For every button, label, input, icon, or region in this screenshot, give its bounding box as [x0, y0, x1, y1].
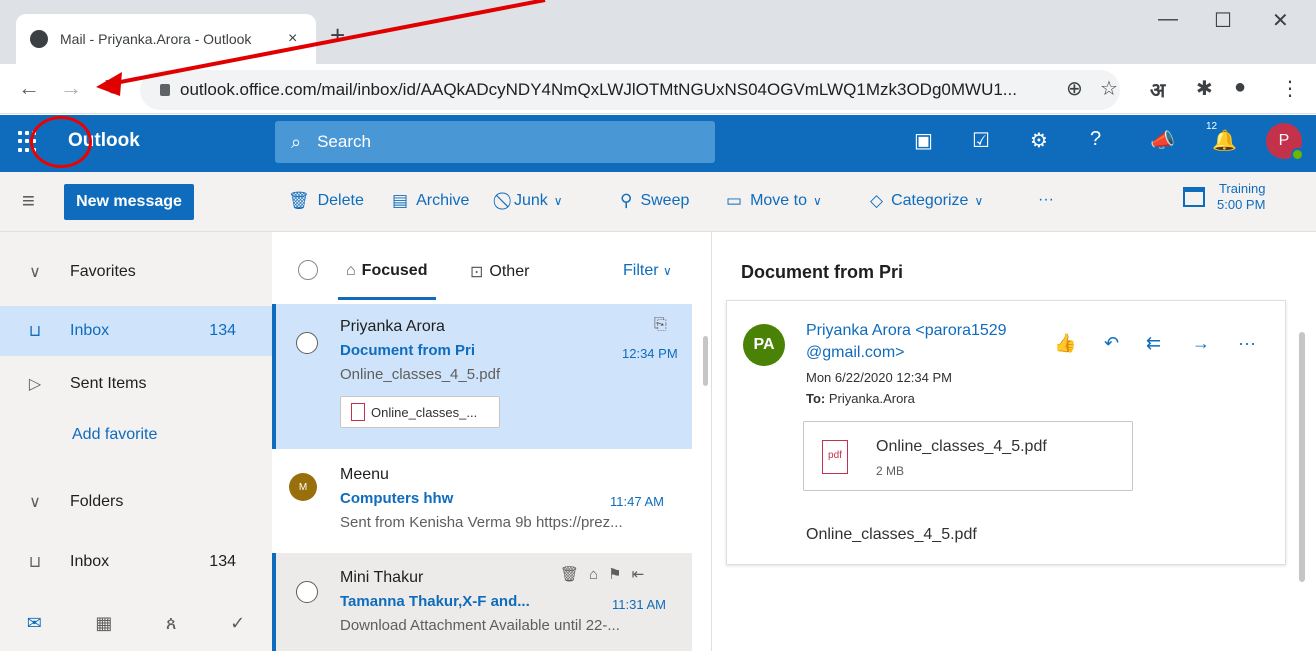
- annotation-arrow: [96, 0, 546, 96]
